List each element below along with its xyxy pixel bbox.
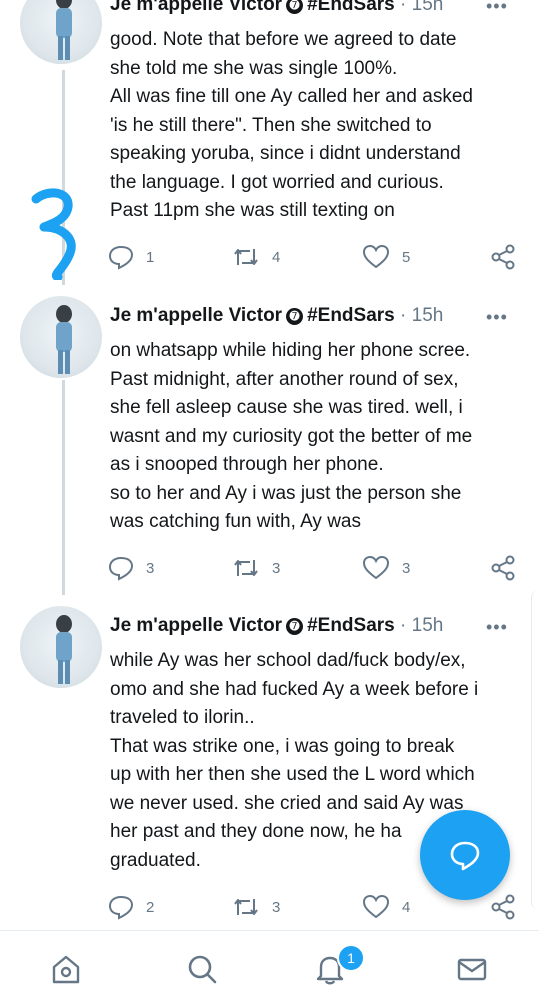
tweet-header: Je m'appelle Victor ➐ #EndSars · 15h bbox=[110, 0, 443, 18]
number-badge-icon: ➐ bbox=[286, 308, 304, 325]
author-hashtag[interactable]: #EndSars bbox=[307, 305, 395, 326]
avatar[interactable] bbox=[20, 296, 102, 378]
home-icon bbox=[52, 955, 80, 984]
retweet-button[interactable]: 3 bbox=[232, 553, 280, 583]
more-options-icon[interactable]: ••• bbox=[486, 0, 508, 17]
author-hashtag[interactable]: #EndSars bbox=[307, 615, 395, 636]
bottom-navigation bbox=[0, 930, 539, 1001]
like-count: 5 bbox=[402, 248, 411, 266]
thread-connector bbox=[62, 380, 65, 595]
text-line: she fell asleep cause she was tired. wel… bbox=[110, 397, 463, 418]
separator: · bbox=[400, 615, 407, 636]
author-hashtag[interactable]: #EndSars bbox=[307, 0, 395, 15]
timestamp: 15h bbox=[411, 615, 444, 636]
share-button[interactable] bbox=[490, 892, 516, 922]
text-line: the language. I got worried and curious. bbox=[110, 171, 444, 193]
handwritten-number-annotation bbox=[31, 188, 76, 280]
reply-button[interactable]: 2 bbox=[108, 892, 154, 922]
reply-count: 1 bbox=[146, 248, 155, 266]
share-icon bbox=[491, 894, 515, 920]
avatar[interactable] bbox=[20, 606, 102, 688]
author-name[interactable]: Je m'appelle Victor bbox=[110, 0, 282, 15]
tweet-text: good. Note that before we agreed to date… bbox=[110, 26, 520, 226]
text-line: she told me she was single 100%. bbox=[110, 57, 398, 79]
text-line: so to her and Ay i was just the person s… bbox=[110, 482, 462, 504]
retweet-count: 4 bbox=[272, 248, 281, 266]
text-line: was catching fun with, Ay was bbox=[110, 511, 361, 532]
text-line: 'is he still there". Then she switched t… bbox=[110, 114, 432, 136]
avatar[interactable] bbox=[20, 0, 102, 64]
share-button[interactable] bbox=[490, 242, 516, 272]
timestamp: 15h bbox=[411, 305, 444, 326]
like-button[interactable]: 4 bbox=[362, 892, 410, 922]
compose-reply-icon bbox=[450, 841, 480, 871]
text-line: good. Note that before we agreed to date bbox=[110, 29, 457, 50]
text-line: up with her then she used the L word whi… bbox=[110, 764, 475, 785]
more-options-icon[interactable]: ••• bbox=[486, 307, 508, 328]
text-line: Past midnight, after another round of se… bbox=[110, 368, 459, 390]
tweet-header: Je m'appelle Victor ➐ #EndSars · 15h bbox=[110, 615, 443, 639]
notification-count-badge: 1 bbox=[337, 944, 365, 972]
number-badge-icon: ➐ bbox=[286, 618, 304, 635]
reply-icon bbox=[108, 556, 134, 581]
like-count: 3 bbox=[402, 559, 411, 577]
retweet-button[interactable]: 3 bbox=[232, 892, 280, 922]
timestamp: 15h bbox=[411, 0, 444, 15]
tweet-actions: 1 4 5 bbox=[108, 242, 528, 272]
text-line: while Ay was her school dad/fuck body/ex… bbox=[110, 650, 466, 671]
like-button[interactable]: 3 bbox=[362, 553, 410, 583]
retweet-count: 3 bbox=[272, 898, 281, 916]
nav-search[interactable] bbox=[182, 949, 222, 989]
text-line: speaking yoruba, since i didnt understan… bbox=[110, 143, 461, 164]
search-icon bbox=[188, 955, 217, 984]
text-line: That was strike one, i was going to brea… bbox=[110, 735, 455, 757]
tweet-header: Je m'appelle Victor ➐ #EndSars · 15h bbox=[110, 305, 443, 329]
tweet-actions: 3 3 3 bbox=[108, 553, 528, 583]
heart-icon bbox=[362, 555, 390, 580]
text-line: Past 11pm she was still texting on bbox=[110, 200, 395, 221]
retweet-button[interactable]: 4 bbox=[232, 242, 280, 272]
text-line: traveled to ilorin.. bbox=[110, 707, 255, 728]
text-line: wasnt and my curiosity got the better of… bbox=[110, 425, 473, 447]
tweet-text: on whatsapp while hiding her phone scree… bbox=[110, 337, 520, 537]
share-icon bbox=[491, 555, 515, 581]
nav-home[interactable] bbox=[46, 949, 86, 989]
number-badge-icon: ➐ bbox=[286, 0, 304, 14]
reply-button[interactable]: 1 bbox=[108, 242, 154, 272]
author-name[interactable]: Je m'appelle Victor bbox=[110, 615, 282, 636]
reply-count: 2 bbox=[146, 898, 155, 916]
text-line: on whatsapp while hiding her phone scree… bbox=[110, 340, 471, 361]
nav-messages[interactable] bbox=[452, 949, 492, 989]
reply-icon bbox=[108, 895, 134, 920]
reply-count: 3 bbox=[146, 559, 155, 577]
share-icon bbox=[491, 244, 515, 270]
share-button[interactable] bbox=[490, 553, 516, 583]
text-line: omo and she had fucked Ay a week before … bbox=[110, 678, 479, 700]
reply-icon bbox=[108, 245, 134, 270]
scroll-edge bbox=[531, 590, 539, 910]
like-button[interactable]: 5 bbox=[362, 242, 410, 272]
text-line: All was fine till one Ay called her and … bbox=[110, 86, 473, 107]
more-options-icon[interactable]: ••• bbox=[486, 617, 508, 638]
heart-icon bbox=[362, 244, 390, 269]
retweet-icon bbox=[234, 249, 258, 265]
retweet-icon bbox=[234, 899, 258, 915]
like-count: 4 bbox=[402, 898, 411, 916]
separator: · bbox=[400, 305, 407, 326]
heart-icon bbox=[362, 894, 390, 919]
retweet-count: 3 bbox=[272, 559, 281, 577]
compose-reply-button[interactable] bbox=[420, 810, 510, 900]
retweet-icon bbox=[234, 560, 258, 576]
mail-icon bbox=[457, 958, 487, 981]
text-line: as i snooped through her phone. bbox=[110, 454, 384, 475]
separator: · bbox=[400, 0, 407, 15]
reply-button[interactable]: 3 bbox=[108, 553, 154, 583]
author-name[interactable]: Je m'appelle Victor bbox=[110, 305, 282, 326]
